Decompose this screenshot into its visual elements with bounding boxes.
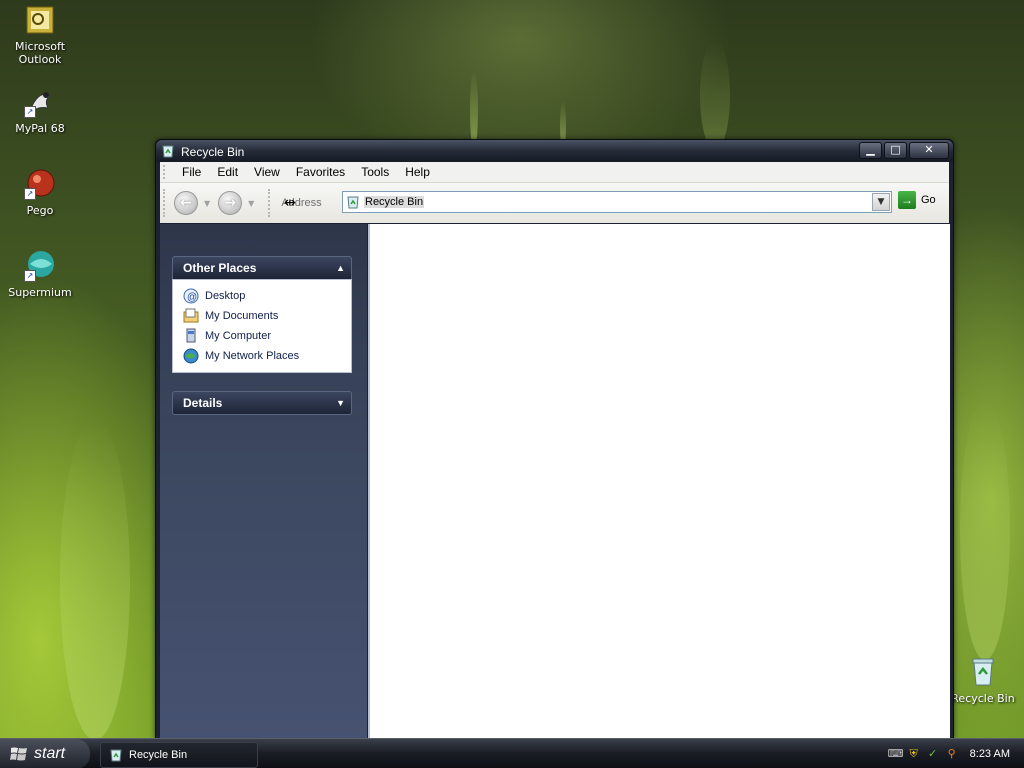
toolbar-grip[interactable] (268, 189, 273, 217)
recycle-bin-icon (346, 195, 360, 209)
toolbar-grip[interactable] (163, 189, 168, 217)
back-arrow-icon: ← (180, 195, 192, 211)
desktop-icon-label: Recycle Bin (951, 692, 1015, 705)
menu-file[interactable]: File (174, 165, 209, 179)
wallpaper-grass (470, 70, 478, 150)
details-title: Details (183, 396, 223, 410)
other-places-title: Other Places (183, 261, 257, 275)
go-button[interactable]: → Go (898, 191, 936, 209)
taskbar-item-recycle-bin[interactable]: Recycle Bin (100, 742, 258, 768)
title-bar[interactable]: Recycle Bin ▁ □ ✕ (156, 140, 953, 162)
desktop-icon-outlook[interactable]: Microsoft Outlook (1, 4, 79, 66)
menu-bar: File Edit View Favorites Tools Help (160, 162, 949, 183)
outlook-icon (24, 4, 56, 36)
recycle-bin-window[interactable]: Recycle Bin ▁ □ ✕ File Edit View Favorit… (155, 139, 954, 739)
mypal-icon: ↗ (24, 86, 56, 118)
details-group: Details ▼ (172, 391, 352, 415)
task-pane: Other Places ▲ @ Desktop My Documents My… (160, 224, 367, 738)
taskbar-item-label: Recycle Bin (129, 749, 188, 761)
shortcut-arrow-icon: ↗ (24, 106, 36, 118)
desktop-icon-label: Supermium (8, 286, 72, 299)
wallpaper-grass (960, 400, 1010, 660)
desktop-icon-label: Pego (26, 204, 54, 217)
go-label: Go (921, 194, 936, 206)
details-header[interactable]: Details ▼ (172, 391, 352, 415)
place-desktop[interactable]: @ Desktop (183, 286, 351, 306)
forward-button[interactable]: → (218, 191, 243, 215)
place-label: My Network Places (205, 350, 300, 362)
navigation-toolbar: ← ▼ → ▼ Address ⇹ Recycle Bin ▼ → Go (160, 183, 949, 223)
menu-help[interactable]: Help (397, 165, 438, 179)
resize-cursor-icon: ⇹ (284, 195, 296, 211)
desktop-icon-supermium[interactable]: ↗ Supermium (1, 250, 79, 299)
my-documents-icon (183, 308, 199, 324)
forward-arrow-icon: → (224, 195, 237, 211)
my-computer-icon (183, 328, 199, 344)
recycle-bin-icon (161, 144, 175, 158)
address-value[interactable]: Recycle Bin (364, 196, 425, 208)
menu-favorites[interactable]: Favorites (288, 165, 353, 179)
supermium-icon: ↗ (24, 250, 56, 282)
security-shield-icon[interactable]: ⛨ (907, 747, 921, 761)
shortcut-arrow-icon: ↗ (24, 188, 36, 200)
shortcut-arrow-icon: ↗ (24, 270, 36, 282)
maximize-button[interactable]: □ (884, 142, 907, 159)
back-dropdown-icon[interactable]: ▼ (204, 199, 210, 208)
place-network[interactable]: My Network Places (183, 346, 351, 366)
address-dropdown-button[interactable]: ▼ (872, 193, 890, 211)
pego-icon: ↗ (24, 168, 56, 200)
desktop-icon-label: Microsoft Outlook (14, 40, 66, 66)
desktop-icon-mypal[interactable]: ↗ MyPal 68 (1, 86, 79, 135)
window-title: Recycle Bin (181, 145, 245, 159)
place-my-documents[interactable]: My Documents (183, 306, 351, 326)
menu-view[interactable]: View (246, 165, 288, 179)
address-bar[interactable]: Recycle Bin ▼ (342, 191, 892, 213)
desktop-icon-pego[interactable]: ↗ Pego (1, 168, 79, 217)
close-button[interactable]: ✕ (909, 142, 949, 159)
svg-text:@: @ (187, 292, 197, 303)
place-my-computer[interactable]: My Computer (183, 326, 351, 346)
forward-dropdown-icon[interactable]: ▼ (248, 199, 254, 208)
chevron-up-icon[interactable]: ▲ (336, 257, 345, 279)
go-arrow-icon: → (898, 191, 916, 209)
file-list-area[interactable] (368, 224, 950, 738)
place-label: Desktop (205, 290, 246, 302)
desktop-icon: @ (183, 288, 199, 304)
wallpaper-grass (700, 40, 730, 150)
desktop-icon-recycle-bin[interactable]: Recycle Bin (944, 656, 1022, 705)
keyboard-icon[interactable]: ⌨ (888, 747, 904, 761)
recycle-bin-icon (109, 748, 123, 762)
start-label: start (34, 745, 66, 762)
start-button[interactable]: start (0, 739, 90, 768)
system-tray: ⌨ ⛨ ✓ ⚲ 8:23 AM (864, 739, 1024, 768)
chevron-down-icon[interactable]: ▼ (336, 392, 345, 414)
place-label: My Computer (205, 330, 272, 342)
toolbar-grip[interactable] (163, 165, 168, 179)
back-button[interactable]: ← (174, 191, 198, 215)
other-places-header[interactable]: Other Places ▲ (172, 256, 352, 279)
other-places-group: Other Places ▲ @ Desktop My Documents My… (172, 256, 352, 373)
search-icon[interactable]: ⚲ (945, 747, 959, 761)
wallpaper-grass (60, 420, 130, 740)
taskbar: start Recycle Bin ⌨ ⛨ ✓ ⚲ 8:23 AM (0, 738, 1024, 768)
minimize-button[interactable]: ▁ (859, 142, 882, 159)
network-icon[interactable]: ✓ (926, 747, 940, 761)
menu-tools[interactable]: Tools (353, 165, 397, 179)
desktop-icon-label: MyPal 68 (15, 122, 65, 135)
other-places-list: @ Desktop My Documents My Computer My Ne… (172, 279, 352, 373)
recycle-bin-icon (967, 656, 999, 688)
clock[interactable]: 8:23 AM (970, 748, 1010, 760)
menu-edit[interactable]: Edit (209, 165, 246, 179)
windows-logo-icon (10, 747, 27, 761)
place-label: My Documents (205, 310, 279, 322)
network-places-icon (183, 348, 199, 364)
